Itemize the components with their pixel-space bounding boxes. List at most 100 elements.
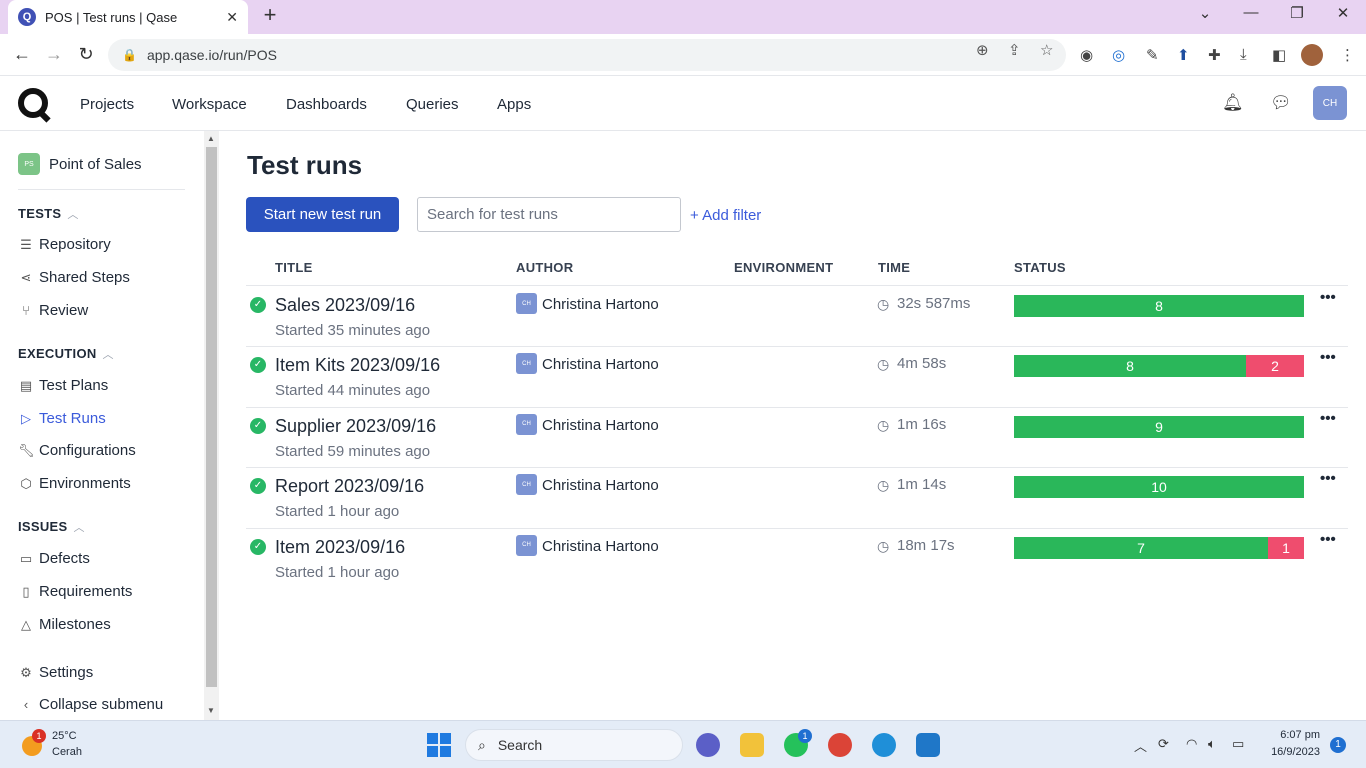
file-explorer-icon[interactable]: [740, 733, 764, 757]
taskbar-search[interactable]: ⌕ Search: [465, 729, 683, 761]
download-icon[interactable]: ⤓: [1240, 46, 1247, 63]
passed-count: 8: [1014, 355, 1246, 378]
section-tests-toggle[interactable]: TESTS ︿: [18, 206, 79, 222]
document-icon: ▯: [22, 583, 30, 599]
status-progress-bar[interactable]: 82: [1014, 355, 1304, 378]
sidebar-item-milestones[interactable]: △ Milestones: [18, 616, 111, 633]
sidebar-item-test-plans[interactable]: ▤ Test Plans: [18, 377, 108, 394]
bookmark-star-icon[interactable]: ☆: [1040, 41, 1053, 59]
start-new-test-run-button[interactable]: Start new test run: [246, 197, 399, 232]
sidebar-item-repository[interactable]: ☰ Repository: [18, 236, 111, 253]
battery-icon[interactable]: ▭: [1232, 736, 1244, 752]
table-row[interactable]: ✓ Report 2023/09/16 Started 1 hour ago CH Ch…: [246, 467, 1348, 527]
more-options-icon[interactable]: •••: [1320, 531, 1336, 548]
browser-profile-avatar[interactable]: [1301, 44, 1323, 66]
nav-apps[interactable]: Apps: [497, 96, 531, 113]
more-options-icon[interactable]: •••: [1320, 470, 1336, 487]
sidebar-item-test-runs[interactable]: ▷ Test Runs: [18, 410, 106, 427]
upload-extension-icon[interactable]: ⬆: [1177, 46, 1190, 64]
sidebar-item-label: Review: [39, 302, 89, 319]
forward-button[interactable]: →: [43, 44, 65, 65]
table-row[interactable]: ✓ Item 2023/09/16 Started 1 hour ago CH Chri…: [246, 528, 1348, 588]
project-selector[interactable]: PS Point of Sales: [18, 153, 142, 175]
notifications-bell-icon[interactable]: 🔔︎: [1222, 93, 1244, 113]
run-title-link[interactable]: Supplier 2023/09/16: [275, 416, 436, 437]
sidebar-item-requirements[interactable]: ▯ Requirements: [18, 583, 132, 600]
meet-app-icon[interactable]: [696, 733, 720, 757]
windows-start-icon[interactable]: [427, 733, 451, 757]
table-row[interactable]: ✓ Sales 2023/09/16 Started 35 minutes ago C…: [246, 286, 1348, 346]
reload-button[interactable]: ↻: [75, 44, 97, 65]
sidebar-item-settings[interactable]: ⚙ Settings: [18, 664, 93, 681]
clock-date[interactable]: 16/9/2023: [1262, 746, 1320, 758]
run-duration: 4m 58s: [897, 355, 947, 373]
collapse-submenu-button[interactable]: ‹ Collapse submenu: [18, 696, 163, 713]
run-title-link[interactable]: Item Kits 2023/09/16: [275, 355, 440, 376]
sidebar-item-configurations[interactable]: 🔧︎ Configurations: [18, 442, 136, 459]
camera-extension-icon[interactable]: ◉: [1080, 46, 1093, 64]
back-button[interactable]: ←: [11, 44, 33, 65]
share-icon[interactable]: ⇪: [1008, 41, 1021, 59]
nav-queries[interactable]: Queries: [406, 96, 459, 113]
more-options-icon[interactable]: •••: [1320, 349, 1336, 366]
clock-time[interactable]: 6:07 pm: [1268, 729, 1320, 741]
sidebar-item-label: Repository: [39, 236, 111, 253]
zoom-icon[interactable]: ⊕: [976, 41, 989, 59]
sidebar-item-environments[interactable]: ⬡ Environments: [18, 475, 130, 492]
wifi-icon[interactable]: ◠: [1186, 736, 1197, 752]
close-window-button[interactable]: ✕: [1328, 4, 1358, 22]
scroll-down-arrow-icon[interactable]: ▼: [207, 706, 215, 715]
extensions-puzzle-icon[interactable]: ✚: [1208, 46, 1221, 64]
edge-icon[interactable]: [872, 733, 896, 757]
pen-extension-icon[interactable]: ✎: [1146, 46, 1159, 64]
maximize-button[interactable]: ❐: [1282, 4, 1312, 22]
side-panel-icon[interactable]: ◧: [1272, 46, 1286, 64]
minimize-button[interactable]: —: [1236, 4, 1266, 21]
more-options-icon[interactable]: •••: [1320, 289, 1336, 306]
scrollbar-thumb[interactable]: [206, 147, 217, 687]
status-progress-bar[interactable]: 71: [1014, 536, 1304, 559]
search-test-runs-input[interactable]: [417, 197, 681, 232]
run-title-link[interactable]: Sales 2023/09/16: [275, 295, 415, 316]
scroll-up-arrow-icon[interactable]: ▲: [207, 134, 215, 143]
more-options-icon[interactable]: •••: [1320, 410, 1336, 427]
circle-extension-icon[interactable]: ◎: [1112, 46, 1125, 64]
run-author: Christina Hartono: [542, 356, 659, 374]
status-progress-bar[interactable]: 8: [1014, 295, 1304, 317]
chat-bubble-icon[interactable]: 💬︎: [1270, 93, 1292, 113]
vscode-icon[interactable]: [916, 733, 940, 757]
sidebar-item-shared-steps[interactable]: ⋖ Shared Steps: [18, 269, 130, 286]
sidebar-item-review[interactable]: ⑂ Review: [18, 302, 88, 319]
sidebar-item-defects[interactable]: ▭ Defects: [18, 550, 90, 567]
tray-chevron-up-icon[interactable]: ︿: [1134, 736, 1147, 755]
speaker-icon[interactable]: 🔈︎: [1208, 736, 1216, 752]
qase-logo[interactable]: [18, 88, 48, 118]
browser-toolbar: ← → ↻ 🔒 app.qase.io/run/POS ⊕ ⇪ ☆ ◉ ◎ ✎ …: [0, 34, 1366, 76]
user-avatar[interactable]: CH: [1313, 86, 1347, 120]
run-title-link[interactable]: Item 2023/09/16: [275, 537, 405, 558]
run-title-link[interactable]: Report 2023/09/16: [275, 476, 424, 497]
sync-icon[interactable]: ⟳: [1158, 736, 1169, 752]
section-execution-toggle[interactable]: EXECUTION ︿: [18, 346, 114, 362]
add-filter-link[interactable]: + Add filter: [690, 207, 761, 224]
nav-workspace[interactable]: Workspace: [172, 96, 247, 113]
status-progress-bar[interactable]: 10: [1014, 476, 1304, 499]
browser-menu-icon[interactable]: ⋮: [1340, 46, 1355, 64]
close-tab-icon[interactable]: ✕: [226, 9, 238, 26]
address-bar[interactable]: 🔒 app.qase.io/run/POS: [108, 39, 1066, 71]
browser-tab[interactable]: Q POS | Test runs | Qase ✕: [8, 0, 248, 34]
notification-count[interactable]: 1: [1330, 737, 1346, 753]
chrome-icon[interactable]: [828, 733, 852, 757]
new-tab-button[interactable]: +: [258, 4, 282, 28]
tab-search-chevron-icon[interactable]: ⌄: [1190, 4, 1220, 22]
passed-count: 9: [1014, 415, 1304, 438]
section-issues-toggle[interactable]: ISSUES ︿: [18, 519, 85, 535]
sidebar-scrollbar[interactable]: ▲ ▼: [204, 131, 219, 720]
failed-count: 1: [1268, 536, 1304, 559]
status-progress-bar[interactable]: 9: [1014, 415, 1304, 438]
column-header-status: STATUS: [1014, 260, 1066, 275]
table-row[interactable]: ✓ Supplier 2023/09/16 Started 59 minutes a…: [246, 407, 1348, 467]
table-row[interactable]: ✓ Item Kits 2023/09/16 Started 44 minutes …: [246, 346, 1348, 406]
nav-projects[interactable]: Projects: [80, 96, 134, 113]
nav-dashboards[interactable]: Dashboards: [286, 96, 367, 113]
